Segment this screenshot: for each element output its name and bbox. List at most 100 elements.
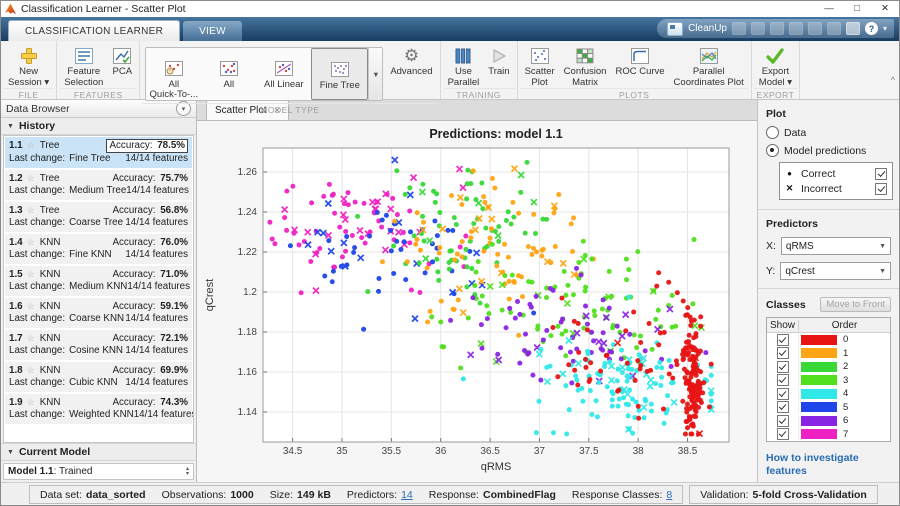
minimize-button[interactable]: — <box>815 1 843 17</box>
train-label: Train <box>488 67 509 78</box>
cleanup-button[interactable]: CleanUp <box>688 23 727 34</box>
gallery-item-fine-tree[interactable]: Fine Tree <box>311 48 368 100</box>
favorite-star-icon[interactable]: ☆ <box>27 204 35 216</box>
collapse-history-icon: ▼ <box>7 123 14 130</box>
save-icon[interactable] <box>732 22 746 35</box>
radio-model-predictions[interactable]: Model predictions <box>766 144 891 157</box>
history-item-1.1[interactable]: 1.1☆TreeAccuracy: 78.5%Last change:Fine … <box>5 137 192 168</box>
class-row-7[interactable]: 7 <box>767 428 890 442</box>
tab-view[interactable]: VIEW <box>183 21 242 41</box>
favorite-star-icon[interactable]: ☆ <box>27 332 35 344</box>
favorite-star-icon[interactable]: ☆ <box>27 268 35 280</box>
confusion-matrix-button[interactable]: Confusion Matrix <box>560 44 611 88</box>
class-row-2[interactable]: 2 <box>767 360 890 374</box>
class-row-3[interactable]: 3 <box>767 374 890 388</box>
window-layout-icon[interactable] <box>846 22 860 35</box>
gallery-dropdown-icon[interactable]: ▼ <box>368 48 382 100</box>
close-button[interactable]: ✕ <box>871 1 899 17</box>
class-2-checkbox[interactable] <box>777 361 789 373</box>
pca-button[interactable]: PCA <box>108 44 136 88</box>
class-7-checkbox[interactable] <box>777 428 789 440</box>
history-item-1.9[interactable]: 1.9☆KNNAccuracy: 74.3%Last change:Weight… <box>5 394 192 424</box>
gear-icon: ⚙ <box>404 45 419 66</box>
current-model-header[interactable]: ▼ Current Model <box>1 443 196 461</box>
export-model-button[interactable]: Export Model ▾ <box>755 44 796 88</box>
history-item-1.8[interactable]: 1.8☆KNNAccuracy: 69.9%Last change:Cubic … <box>5 362 192 392</box>
gallery-item-all-linear[interactable]: All Linear <box>256 48 311 100</box>
class-3-checkbox[interactable] <box>777 374 789 386</box>
gallery-item-all-quick-to[interactable]: All Quick-To-... <box>146 48 201 100</box>
feature-selection-button[interactable]: Feature Selection <box>60 44 107 88</box>
restore-button[interactable]: □ <box>843 1 871 17</box>
favorite-star-icon[interactable]: ☆ <box>27 300 35 312</box>
data-browser-panel: Data Browser ▾ ▼ History 1.1☆TreeAccurac… <box>1 100 197 482</box>
confusion-matrix-label: Confusion Matrix <box>564 67 607 88</box>
current-model-spinner[interactable]: ▴ ▾ <box>186 467 189 477</box>
class-row-0[interactable]: 0 <box>767 333 890 347</box>
favorite-star-icon[interactable]: ☆ <box>27 364 35 376</box>
cleanup-icon[interactable] <box>667 22 683 36</box>
quick-access-more-icon[interactable]: ▾ <box>883 24 887 33</box>
radio-data[interactable]: Data <box>766 126 891 139</box>
favorite-star-icon[interactable]: ☆ <box>27 139 35 151</box>
radio-data-icon[interactable] <box>766 126 779 139</box>
favorite-star-icon[interactable]: ☆ <box>27 172 35 184</box>
col-show: Show <box>767 320 799 331</box>
roc-curve-button[interactable]: ROC Curve <box>611 44 668 88</box>
scatter-chart[interactable]: 34.53535.53636.53737.53838.51.141.161.18… <box>199 124 755 480</box>
advanced-button[interactable]: ⚙ Advanced <box>386 44 436 103</box>
history-item-1.3[interactable]: 1.3☆TreeAccuracy: 56.8%Last change:Coars… <box>5 202 192 232</box>
col-order: Order <box>799 320 890 331</box>
favorite-star-icon[interactable]: ☆ <box>27 236 35 248</box>
class-0-checkbox[interactable] <box>777 334 789 346</box>
status-bar: Data set:data_sortedObservations:1000Siz… <box>1 482 899 506</box>
class-0-color-swatch <box>801 335 837 345</box>
history-item-1.7[interactable]: 1.7☆KNNAccuracy: 72.1%Last change:Cosine… <box>5 330 192 360</box>
tab-classification-learner[interactable]: CLASSIFICATION LEARNER <box>8 20 180 41</box>
move-to-front-button[interactable]: Move to Front <box>820 297 891 312</box>
undo-icon[interactable] <box>808 22 822 35</box>
radio-model-predictions-icon[interactable] <box>766 144 779 157</box>
history-title: History <box>19 120 55 132</box>
y-predictor-select[interactable]: qCrest ▼ <box>780 262 891 280</box>
class-2-color-swatch <box>801 362 837 372</box>
gallery-item-all[interactable]: All <box>201 48 256 100</box>
status-predictors-[interactable]: Predictors:14 <box>347 489 413 501</box>
class-4-checkbox[interactable] <box>777 388 789 400</box>
correct-checkbox[interactable] <box>875 168 887 180</box>
redo-icon[interactable] <box>827 22 841 35</box>
class-row-4[interactable]: 4 <box>767 387 890 401</box>
parallel-coordinates-button[interactable]: Parallel Coordinates Plot <box>670 44 748 88</box>
class-row-1[interactable]: 1 <box>767 347 890 361</box>
pca-label: PCA <box>113 67 133 78</box>
scatter-plot-button[interactable]: Scatter Plot <box>521 44 559 88</box>
all-linear-label: All Linear <box>264 80 304 90</box>
cut-icon[interactable] <box>751 22 765 35</box>
history-item-1.6[interactable]: 1.6☆KNNAccuracy: 59.1%Last change:Coarse… <box>5 298 192 328</box>
collapse-ribbon-icon[interactable]: ^ <box>891 75 895 85</box>
status-response-classes-[interactable]: Response Classes:8 <box>572 489 672 501</box>
incorrect-checkbox[interactable] <box>875 183 887 195</box>
history-item-1.2[interactable]: 1.2☆TreeAccuracy: 75.7%Last change:Mediu… <box>5 170 192 200</box>
new-session-button[interactable]: New Session ▾ <box>4 44 53 88</box>
favorite-star-icon[interactable]: ☆ <box>27 396 35 408</box>
investigate-features-link[interactable]: How to investigate features <box>766 452 891 478</box>
class-row-6[interactable]: 6 <box>767 414 890 428</box>
history-header[interactable]: ▼ History <box>1 118 196 135</box>
class-6-checkbox[interactable] <box>777 415 789 427</box>
class-1-checkbox[interactable] <box>777 347 789 359</box>
class-row-5[interactable]: 5 <box>767 401 890 415</box>
window-controls: — □ ✕ <box>815 1 899 17</box>
copy-icon[interactable] <box>770 22 784 35</box>
spinner-down-icon[interactable]: ▾ <box>186 472 189 477</box>
help-icon[interactable]: ? <box>865 22 878 35</box>
x-predictor-select[interactable]: qRMS ▼ <box>781 237 891 255</box>
current-model-row[interactable]: Model 1.1: Trained ▴ ▾ <box>3 463 194 480</box>
class-5-checkbox[interactable] <box>777 401 789 413</box>
history-item-1.4[interactable]: 1.4☆KNNAccuracy: 76.0%Last change:Fine K… <box>5 234 192 264</box>
train-button[interactable]: Train <box>484 44 513 88</box>
paste-icon[interactable] <box>789 22 803 35</box>
section-label-features: FEATURES <box>59 88 137 101</box>
history-item-1.5[interactable]: 1.5☆KNNAccuracy: 71.0%Last change:Medium… <box>5 266 192 296</box>
use-parallel-button[interactable]: Use Parallel <box>444 44 484 88</box>
